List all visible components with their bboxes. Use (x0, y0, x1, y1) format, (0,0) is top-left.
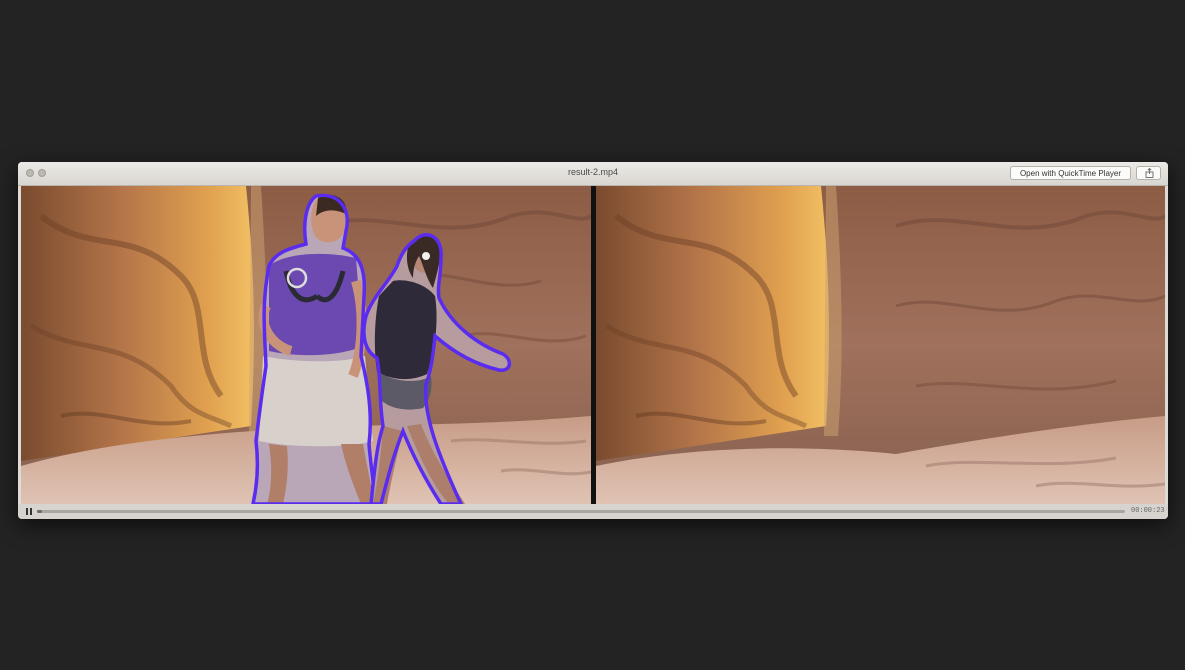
playback-scrubber[interactable] (37, 510, 1125, 513)
inpainted-result-frame (596, 186, 1165, 504)
share-icon (1145, 168, 1154, 178)
pause-icon[interactable] (26, 508, 32, 515)
timecode: 00:00:23 (1131, 507, 1165, 515)
desktop: result-2.mp4 Open with QuickTime Player (0, 0, 1185, 670)
video-preview-window: result-2.mp4 Open with QuickTime Player (18, 162, 1168, 519)
title-bar[interactable]: result-2.mp4 Open with QuickTime Player (18, 162, 1168, 186)
video-frame[interactable] (21, 186, 1165, 504)
window-title: result-2.mp4 (567, 167, 619, 177)
original-frame-with-mask (21, 186, 591, 504)
playback-controls: 00:00:23 (18, 504, 1168, 519)
share-button[interactable] (1136, 166, 1161, 180)
playback-progress (37, 510, 42, 513)
canyon-scene-empty (596, 186, 1165, 504)
canyon-scene-with-people (21, 186, 591, 504)
open-with-quicktime-button[interactable]: Open with QuickTime Player (1010, 166, 1131, 180)
